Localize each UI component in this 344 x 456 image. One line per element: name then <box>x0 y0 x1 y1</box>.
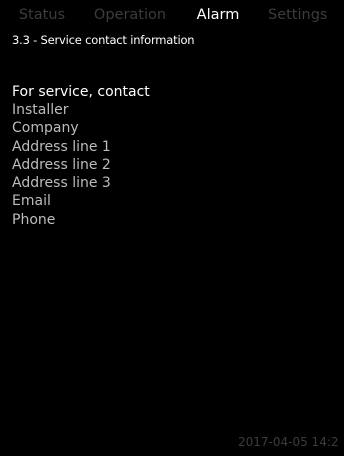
field-installer: Installer <box>12 102 69 118</box>
service-contact-panel: For service, contact Installer Company A… <box>12 83 150 229</box>
field-address-line-1: Address line 1 <box>12 138 111 155</box>
service-contact-heading: For service, contact <box>12 84 150 100</box>
tab-bar: Status Operation Alarm Settings <box>0 0 344 30</box>
field-email: Email <box>12 193 51 210</box>
tab-operation[interactable]: Operation <box>85 0 175 30</box>
date-time-display: 2017-04-05 14:2 <box>238 435 339 449</box>
tab-status[interactable]: Status <box>0 0 84 30</box>
field-address-line-3: Address line 3 <box>12 175 111 192</box>
tab-alarm[interactable]: Alarm <box>176 0 260 30</box>
field-phone: Phone <box>12 211 56 228</box>
field-company: Company <box>12 120 79 137</box>
field-address-line-2: Address line 2 <box>12 156 111 173</box>
page-title: 3.3 - Service contact information <box>12 33 195 47</box>
tab-settings[interactable]: Settings <box>261 0 344 30</box>
